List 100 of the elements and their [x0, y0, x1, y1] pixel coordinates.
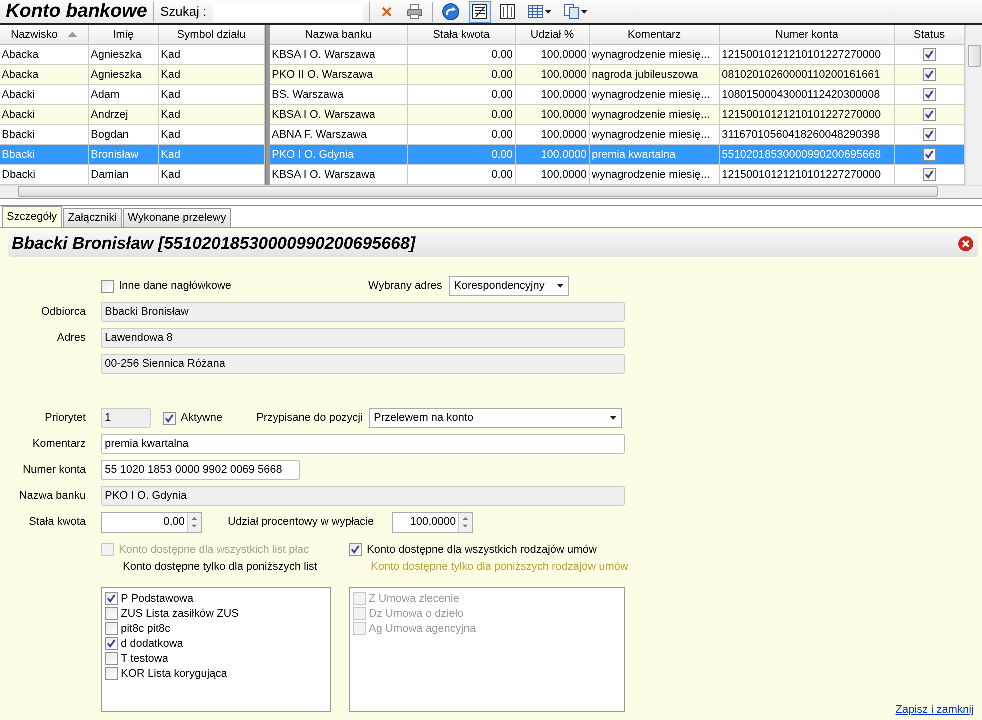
- table-cell: Abacki: [0, 85, 89, 105]
- comment-field[interactable]: premia kwartalna: [101, 434, 625, 454]
- table-cell: nagroda jubileuszowa: [590, 65, 720, 85]
- field-label: Stała kwota: [28, 516, 86, 528]
- save-link[interactable]: Zapisz i zamknij: [896, 704, 974, 716]
- list-item[interactable]: KOR Lista korygująca: [105, 666, 327, 681]
- status-checkbox[interactable]: [923, 128, 936, 141]
- spin-arrows-icon[interactable]: [187, 512, 201, 532]
- sort-icon: [68, 32, 78, 37]
- checkbox[interactable]: [105, 637, 118, 650]
- list-caption: Konto dostępne tylko dla poniższych rodzajów umów: [371, 561, 628, 573]
- field-label: Wybrany adres: [368, 280, 442, 292]
- list-item[interactable]: pit8c pit8c: [105, 621, 327, 636]
- position-dropdown[interactable]: Przelewem na konto: [368, 408, 622, 428]
- search-label: Szukaj :: [160, 4, 207, 19]
- account-number-field[interactable]: 55 1020 1853 0000 9902 0069 5668: [101, 460, 300, 480]
- checkbox[interactable]: [105, 622, 118, 635]
- column-header[interactable]: Imię: [89, 25, 159, 45]
- table-cell: Kad: [159, 85, 265, 105]
- column-header[interactable]: Stała kwota: [408, 25, 516, 45]
- column-header[interactable]: Udział %: [516, 25, 590, 45]
- list-caption: Konto dostępne tylko dla poniższych list: [123, 561, 318, 573]
- search-field[interactable]: [212, 2, 363, 22]
- column-header[interactable]: Status: [895, 25, 965, 45]
- table-cell: wynagrodzenie miesię...: [590, 45, 720, 65]
- amount-spinner[interactable]: 0,00: [101, 512, 202, 532]
- table-cell: wynagrodzenie miesię...: [590, 165, 720, 185]
- field-label: Odbiorca: [40, 306, 86, 318]
- spin-arrows-icon[interactable]: [458, 512, 472, 532]
- field-label: Przypisane do pozycji: [256, 412, 363, 424]
- table-cell: Kad: [159, 105, 265, 125]
- percent-spinner[interactable]: 100,0000: [392, 512, 474, 532]
- caret-icon: [557, 284, 564, 288]
- table-cell: PKO I O. Gdynia: [270, 145, 408, 165]
- table-cell: Kad: [159, 45, 265, 65]
- table-cell: wynagrodzenie miesię...: [590, 85, 720, 105]
- filter-button[interactable]: [468, 0, 491, 22]
- record-title: Bbacki Bronisław [55102018530000990200695668]: [12, 234, 416, 254]
- table-cell: 12150010121210101227270000: [720, 165, 895, 185]
- address-field: Lawendowa 8: [101, 328, 625, 348]
- close-icon[interactable]: [958, 236, 974, 252]
- address-field: 00-256 Siennica Różana: [101, 354, 625, 374]
- checkbox-label: Aktywne: [163, 412, 223, 424]
- table-cell: 0,00: [408, 165, 516, 185]
- address-dropdown[interactable]: Korespondencyjny: [449, 276, 570, 296]
- table-cell: 0,00: [408, 65, 516, 85]
- priority-field: 1: [101, 408, 151, 428]
- table-cell: 0,00: [408, 105, 516, 125]
- checkbox[interactable]: [105, 652, 118, 665]
- checkbox[interactable]: [105, 592, 118, 605]
- table-cell: Kad: [159, 145, 265, 165]
- checkbox-label: Konto dostępne dla wszystkich list płac: [101, 543, 349, 556]
- column-header[interactable]: Komentarz: [590, 25, 720, 45]
- scrollbar[interactable]: [18, 186, 938, 197]
- column-header[interactable]: Numer konta: [720, 25, 895, 45]
- table-cell: wynagrodzenie miesię...: [590, 105, 720, 125]
- list-item[interactable]: ZUS Lista zasiłków ZUS: [105, 606, 327, 621]
- caret-icon: [544, 10, 552, 14]
- table-cell: Bronisław: [89, 145, 159, 165]
- field-label: Nazwa banku: [18, 490, 86, 502]
- column-header[interactable]: Symbol działu: [159, 25, 265, 45]
- checkbox[interactable]: [101, 280, 114, 292]
- checkbox[interactable]: [349, 543, 362, 556]
- table-cell: 55102018530000990200695668: [720, 145, 895, 165]
- status-checkbox[interactable]: [923, 88, 936, 101]
- column-header[interactable]: Nazwa banku: [270, 25, 408, 45]
- list-item[interactable]: d dodatkowa: [105, 636, 327, 651]
- tab[interactable]: Szczegóły: [2, 206, 62, 227]
- table-cell: 100,0000: [516, 45, 590, 65]
- table-cell: Kad: [159, 165, 265, 185]
- checkbox[interactable]: [163, 412, 176, 424]
- caret-icon: [610, 416, 617, 420]
- field-label: Komentarz: [32, 438, 86, 450]
- tab[interactable]: Załączniki: [63, 208, 122, 227]
- close-icon: [380, 6, 393, 18]
- table-cell: ABNA F. Warszawa: [270, 125, 408, 145]
- table-cell: 100,0000: [516, 125, 590, 145]
- tab[interactable]: Wykonane przelewy: [123, 208, 232, 227]
- table-cell: Abacka: [0, 65, 89, 85]
- recipient-field: Bbacki Bronisław: [101, 302, 625, 322]
- field-label: Numer konta: [22, 464, 86, 476]
- field-label: Priorytet: [44, 412, 86, 424]
- checkbox[interactable]: [105, 667, 118, 680]
- list-item[interactable]: P Podstawowa: [105, 591, 327, 606]
- column-header[interactable]: Nazwisko: [0, 25, 89, 45]
- status-checkbox[interactable]: [923, 168, 936, 181]
- status-checkbox[interactable]: [923, 108, 936, 121]
- table-cell: 0,00: [408, 145, 516, 165]
- status-checkbox[interactable]: [923, 148, 936, 161]
- status-checkbox[interactable]: [923, 48, 936, 61]
- table-cell: Abacki: [0, 105, 89, 125]
- table-cell: 0,00: [408, 125, 516, 145]
- checkbox[interactable]: [105, 607, 118, 620]
- table-cell: Bbacki: [0, 125, 89, 145]
- table-cell: Agnieszka: [89, 65, 159, 85]
- list-item[interactable]: T testowa: [105, 651, 327, 666]
- table-cell: wynagrodzenie miesię...: [590, 125, 720, 145]
- scroll-thumb[interactable]: [968, 45, 980, 67]
- checkbox-label: Konto dostępne dla wszystkich rodzajów umów: [349, 543, 628, 556]
- status-checkbox[interactable]: [923, 68, 936, 81]
